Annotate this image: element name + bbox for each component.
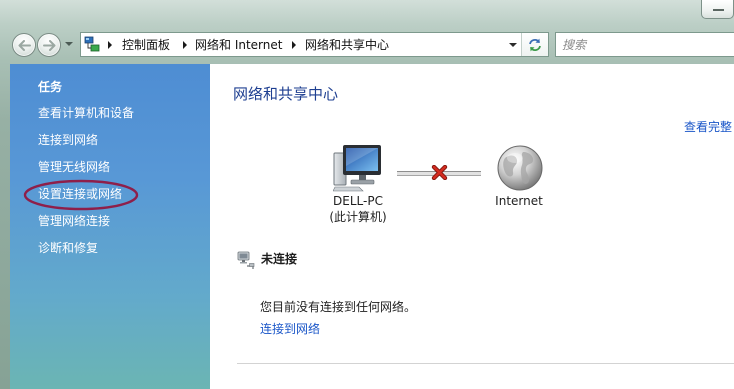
minimize-button[interactable] [701,0,734,19]
status-heading: 未连接 [261,252,298,266]
computer-caption: (此计算机) [329,210,387,224]
breadcrumb-separator[interactable] [292,41,296,49]
refresh-icon [529,38,541,51]
forward-button[interactable] [37,33,61,57]
task-manage-wireless[interactable]: 管理无线网络 [38,154,134,181]
search-input[interactable] [555,32,734,57]
view-full-map-link[interactable]: 查看完整 [684,120,732,134]
breadcrumb-separator[interactable] [183,41,187,49]
computer-name: DELL-PC [333,194,383,208]
task-manage-connections[interactable]: 管理网络连接 [38,208,134,235]
annotation-ellipse [23,179,139,211]
task-connect-network[interactable]: 连接到网络 [38,127,134,154]
chevron-down-icon[interactable] [65,42,73,46]
back-arrow-icon [18,39,31,51]
network-icon [84,36,100,52]
breadcrumb-item[interactable]: 控制面板 [122,38,170,52]
section-divider [237,363,734,364]
internet-label: Internet [495,194,543,208]
refresh-button[interactable] [521,33,548,56]
back-button[interactable] [12,33,36,57]
globe-icon[interactable] [496,144,544,192]
connect-network-link[interactable]: 连接到网络 [260,322,320,336]
breadcrumb-separator[interactable] [108,41,112,49]
address-dropdown-icon[interactable] [509,43,517,47]
minimize-icon [713,9,724,11]
network-status-icon [237,251,255,269]
computer-icon[interactable] [333,144,383,192]
page-title: 网络和共享中心 [233,85,339,103]
disconnected-x-icon[interactable] [431,165,448,180]
address-bar[interactable]: 控制面板 网络和 Internet 网络和共享中心 [80,32,549,57]
breadcrumb-item[interactable]: 网络和共享中心 [305,38,389,52]
content-pane: 网络和共享中心 查看完整 DELL-PC (此计算机) Internet 未连接… [210,64,734,389]
task-pane: 任务 查看计算机和设备 连接到网络 管理无线网络 设置连接或网络 管理网络连接 … [10,64,210,389]
window-frame: 控制面板 网络和 Internet 网络和共享中心 任务 查看计算机和设备 连接… [0,0,734,389]
task-view-computers[interactable]: 查看计算机和设备 [38,100,134,127]
breadcrumb-item[interactable]: 网络和 Internet [195,38,282,52]
task-diagnose-repair[interactable]: 诊断和修复 [38,235,134,262]
status-message: 您目前没有连接到任何网络。 [260,300,417,314]
forward-arrow-icon [42,39,55,51]
tasks-heading: 任务 [38,80,63,94]
